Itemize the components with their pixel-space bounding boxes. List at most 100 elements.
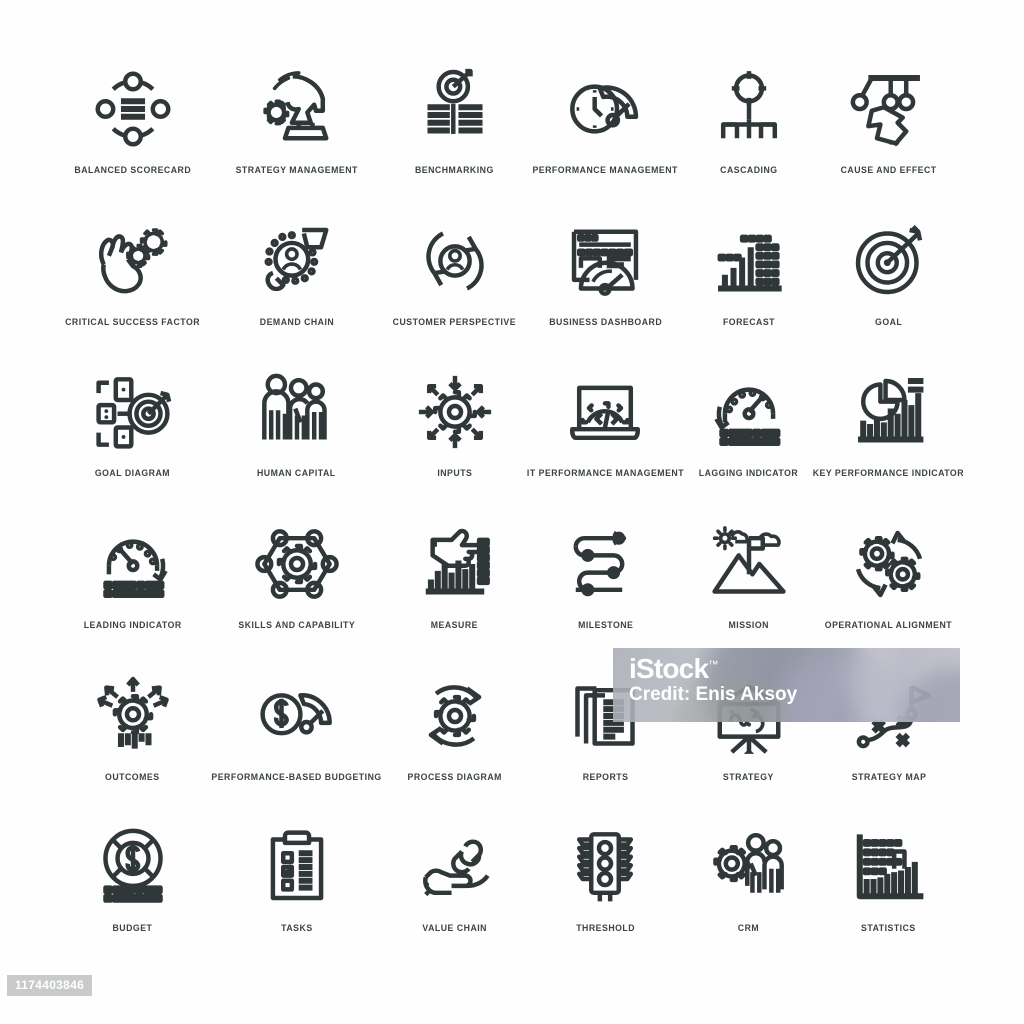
icon-label-value-chain: VALUE CHAIN bbox=[422, 922, 487, 934]
newtons-cradle-hand-icon bbox=[846, 66, 932, 152]
icon-cell-inputs[interactable]: INPUTS bbox=[388, 363, 521, 515]
icon-label-performance-management: PERFORMANCE MANAGEMENT bbox=[532, 164, 679, 175]
icon-cell-measure[interactable]: MEASURE bbox=[388, 515, 521, 667]
icon-label-mission: MISSION bbox=[728, 619, 769, 630]
goal-diagram-icon bbox=[90, 369, 176, 455]
dollar-gauge-icon bbox=[254, 673, 340, 759]
icon-label-strategy-map: STRATEGY MAP bbox=[851, 770, 926, 782]
hand-pointing-chart-icon bbox=[412, 521, 498, 607]
gear-cycle-arrows-icon bbox=[412, 673, 498, 759]
icon-cell-business-dashboard[interactable]: BUSINESS DASHBOARD bbox=[521, 212, 690, 364]
traffic-light-icon bbox=[562, 824, 648, 910]
icon-cell-demand-chain[interactable]: DEMAND CHAIN bbox=[205, 212, 388, 364]
icon-label-balanced-scorecard: BALANCED SCORECARD bbox=[74, 164, 191, 175]
icon-cell-it-performance-management[interactable]: IT PERFORMANCE MANAGEMENT bbox=[521, 363, 690, 515]
knight-gear-icon bbox=[254, 66, 340, 152]
gauge-back-arrow-icon bbox=[706, 369, 792, 455]
icon-grid: BALANCED SCORECARD STRATEGY MANAGEMENT B… bbox=[60, 60, 970, 970]
icon-cell-critical-success-factor[interactable]: CRITICAL SUCCESS FACTOR bbox=[60, 212, 205, 364]
icon-cell-lagging-indicator[interactable]: LAGGING INDICATOR bbox=[690, 363, 807, 515]
istock-watermark-band bbox=[613, 648, 960, 722]
dotted-descending-bars-icon bbox=[846, 824, 932, 910]
icon-label-goal: GOAL bbox=[875, 315, 903, 327]
icon-cell-statistics[interactable]: STATISTICS bbox=[807, 818, 970, 970]
target-bars-icon bbox=[412, 66, 498, 152]
icon-cell-human-capital[interactable]: HUMAN CAPITAL bbox=[205, 363, 388, 515]
icon-label-strategy-management: STRATEGY MANAGEMENT bbox=[235, 164, 358, 175]
icon-cell-forecast[interactable]: FORECAST bbox=[690, 212, 807, 364]
icon-label-customer-perspective: CUSTOMER PERSPECTIVE bbox=[392, 315, 517, 327]
icon-cell-strategy-management[interactable]: STRATEGY MANAGEMENT bbox=[205, 60, 388, 212]
icon-label-benchmarking: BENCHMARKING bbox=[415, 164, 495, 175]
dollar-pie-icon bbox=[90, 824, 176, 910]
icon-cell-cascading[interactable]: CASCADING bbox=[690, 60, 807, 212]
image-id-badge: 1174403846 bbox=[7, 975, 93, 996]
icon-cell-goal[interactable]: GOAL bbox=[807, 212, 970, 364]
clipboard-checklist-icon bbox=[254, 824, 340, 910]
icon-cell-crm[interactable]: CRM bbox=[690, 818, 807, 970]
icon-label-lagging-indicator: LAGGING INDICATOR bbox=[698, 467, 799, 479]
icon-label-human-capital: HUMAN CAPITAL bbox=[257, 467, 337, 479]
icon-label-critical-success-factor: CRITICAL SUCCESS FACTOR bbox=[65, 315, 201, 327]
icon-cell-budget[interactable]: BUDGET bbox=[60, 818, 205, 970]
icon-label-skills-and-capability: SKILLS AND CAPABILITY bbox=[238, 619, 356, 630]
pie-bar-chart-icon bbox=[846, 369, 932, 455]
gear-inward-arrows-icon bbox=[412, 369, 498, 455]
icon-label-performance-based-budgeting: PERFORMANCE-BASED BUDGETING bbox=[211, 770, 382, 782]
user-cart-icon bbox=[254, 218, 340, 304]
bullseye-arrow-icon bbox=[846, 218, 932, 304]
two-gears-cycle-icon bbox=[846, 521, 932, 607]
icon-label-outcomes: OUTCOMES bbox=[105, 770, 160, 782]
gear-people-icon bbox=[706, 824, 792, 910]
icon-cell-leading-indicator[interactable]: LEADING INDICATOR bbox=[60, 515, 205, 667]
icon-label-leading-indicator: LEADING INDICATOR bbox=[83, 619, 182, 630]
hand-chain-link-icon bbox=[412, 824, 498, 910]
icon-label-goal-diagram: GOAL DIAGRAM bbox=[94, 467, 171, 479]
icon-label-threshold: THRESHOLD bbox=[576, 922, 635, 934]
icon-cell-goal-diagram[interactable]: GOAL DIAGRAM bbox=[60, 363, 205, 515]
icon-cell-operational-alignment[interactable]: OPERATIONAL ALIGNMENT bbox=[807, 515, 970, 667]
icon-label-statistics: STATISTICS bbox=[861, 922, 916, 934]
icon-label-budget: BUDGET bbox=[112, 922, 153, 934]
icon-cell-process-diagram[interactable]: PROCESS DIAGRAM bbox=[388, 667, 521, 819]
icon-cell-cause-and-effect[interactable]: CAUSE AND EFFECT bbox=[807, 60, 970, 212]
gauge-forward-arrow-icon bbox=[90, 521, 176, 607]
dotted-bar-chart-icon bbox=[706, 218, 792, 304]
icon-cell-balanced-scorecard[interactable]: BALANCED SCORECARD bbox=[60, 60, 205, 212]
icon-label-reports: REPORTS bbox=[582, 770, 629, 782]
icon-label-inputs: INPUTS bbox=[437, 467, 473, 479]
icon-label-measure: MEASURE bbox=[431, 619, 479, 630]
icon-cell-value-chain[interactable]: VALUE CHAIN bbox=[388, 818, 521, 970]
hand-gears-icon bbox=[90, 218, 176, 304]
balanced-scorecard-icon bbox=[90, 66, 176, 152]
clock-gauge-icon bbox=[562, 66, 648, 152]
icon-cell-performance-based-budgeting[interactable]: PERFORMANCE-BASED BUDGETING bbox=[205, 667, 388, 819]
icon-label-cause-and-effect: CAUSE AND EFFECT bbox=[840, 164, 937, 175]
icon-cell-performance-management[interactable]: PERFORMANCE MANAGEMENT bbox=[521, 60, 690, 212]
three-people-icon bbox=[254, 369, 340, 455]
user-cycle-icon bbox=[412, 218, 498, 304]
icon-cell-skills-and-capability[interactable]: SKILLS AND CAPABILITY bbox=[205, 515, 388, 667]
icon-label-cascading: CASCADING bbox=[719, 164, 778, 175]
laptop-gauge-code-icon bbox=[562, 369, 648, 455]
icon-label-process-diagram: PROCESS DIAGRAM bbox=[407, 770, 502, 782]
icon-cell-outcomes[interactable]: OUTCOMES bbox=[60, 667, 205, 819]
icon-cell-key-performance-indicator[interactable]: KEY PERFORMANCE INDICATOR bbox=[807, 363, 970, 515]
icon-cell-tasks[interactable]: TASKS bbox=[205, 818, 388, 970]
icon-label-operational-alignment: OPERATIONAL ALIGNMENT bbox=[824, 619, 953, 630]
icon-label-it-performance-management: IT PERFORMANCE MANAGEMENT bbox=[526, 467, 685, 479]
icon-label-key-performance-indicator: KEY PERFORMANCE INDICATOR bbox=[812, 467, 965, 479]
icon-cell-customer-perspective[interactable]: CUSTOMER PERSPECTIVE bbox=[388, 212, 521, 364]
icon-label-milestone: MILESTONE bbox=[577, 619, 634, 630]
icon-cell-milestone[interactable]: MILESTONE bbox=[521, 515, 690, 667]
icon-label-crm: CRM bbox=[737, 922, 760, 934]
icon-label-demand-chain: DEMAND CHAIN bbox=[259, 315, 334, 327]
icon-cell-mission[interactable]: MISSION bbox=[690, 515, 807, 667]
icon-cell-threshold[interactable]: THRESHOLD bbox=[521, 818, 690, 970]
winding-path-arrow-icon bbox=[562, 521, 648, 607]
icon-label-tasks: TASKS bbox=[280, 922, 313, 934]
icon-label-strategy: STRATEGY bbox=[723, 770, 775, 782]
icon-cell-benchmarking[interactable]: BENCHMARKING bbox=[388, 60, 521, 212]
window-gauge-icon bbox=[562, 218, 648, 304]
target-hierarchy-icon bbox=[706, 66, 792, 152]
